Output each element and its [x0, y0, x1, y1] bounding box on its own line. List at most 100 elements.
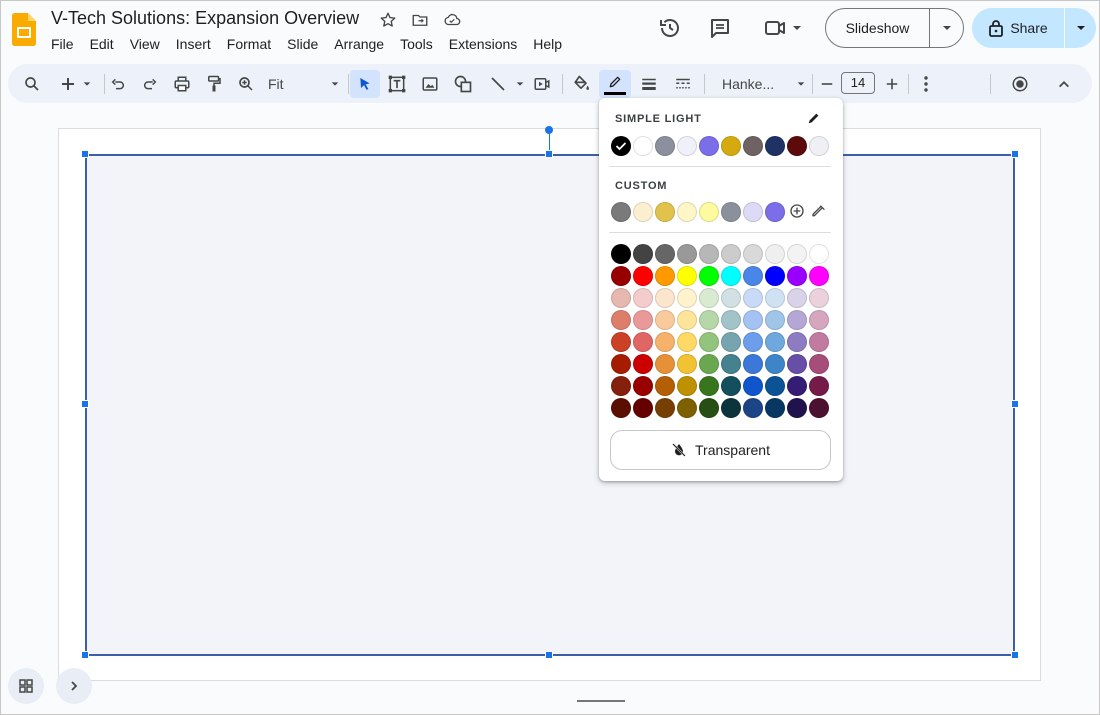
- standard-color-swatch[interactable]: [655, 266, 675, 286]
- standard-color-swatch[interactable]: [765, 354, 785, 374]
- move-to-folder-icon[interactable]: [408, 10, 432, 30]
- theme-color-swatch[interactable]: [743, 136, 763, 156]
- resize-handle-top-right[interactable]: [1011, 150, 1019, 158]
- standard-color-swatch[interactable]: [809, 266, 829, 286]
- theme-color-swatch[interactable]: [655, 136, 675, 156]
- standard-color-swatch[interactable]: [611, 266, 631, 286]
- standard-color-swatch[interactable]: [611, 244, 631, 264]
- standard-color-swatch[interactable]: [655, 244, 675, 264]
- border-weight-icon[interactable]: [638, 70, 660, 98]
- standard-color-swatch[interactable]: [809, 288, 829, 308]
- share-options-button[interactable]: [1065, 22, 1096, 34]
- comments-icon[interactable]: [706, 14, 734, 42]
- border-dash-icon[interactable]: [672, 70, 694, 98]
- standard-color-swatch[interactable]: [787, 376, 807, 396]
- record-icon[interactable]: [1008, 70, 1032, 98]
- standard-color-swatch[interactable]: [611, 288, 631, 308]
- more-icon[interactable]: [916, 70, 936, 98]
- theme-color-swatch[interactable]: [787, 136, 807, 156]
- standard-color-swatch[interactable]: [809, 332, 829, 352]
- standard-color-swatch[interactable]: [699, 266, 719, 286]
- standard-color-swatch[interactable]: [611, 376, 631, 396]
- custom-color-swatch[interactable]: [765, 202, 785, 222]
- resize-handle-top-left[interactable]: [81, 150, 89, 158]
- standard-color-swatch[interactable]: [655, 288, 675, 308]
- eyedropper-icon[interactable]: [809, 201, 829, 221]
- standard-color-swatch[interactable]: [721, 288, 741, 308]
- text-box-icon[interactable]: [386, 70, 408, 98]
- border-color-button[interactable]: [599, 70, 631, 98]
- menu-arrange[interactable]: Arrange: [326, 34, 392, 54]
- custom-color-swatch[interactable]: [633, 202, 653, 222]
- theme-color-swatch[interactable]: [809, 136, 829, 156]
- share-button[interactable]: Share: [972, 19, 1064, 37]
- standard-color-swatch[interactable]: [677, 266, 697, 286]
- standard-color-swatch[interactable]: [809, 310, 829, 330]
- standard-color-swatch[interactable]: [765, 288, 785, 308]
- transparent-button[interactable]: Transparent: [610, 430, 831, 470]
- standard-color-swatch[interactable]: [765, 266, 785, 286]
- standard-color-swatch[interactable]: [633, 332, 653, 352]
- theme-color-swatch[interactable]: [765, 136, 785, 156]
- menu-extensions[interactable]: Extensions: [441, 34, 525, 54]
- standard-color-swatch[interactable]: [809, 376, 829, 396]
- standard-color-swatch[interactable]: [721, 398, 741, 418]
- menu-slide[interactable]: Slide: [279, 34, 326, 54]
- standard-color-swatch[interactable]: [721, 310, 741, 330]
- standard-color-swatch[interactable]: [765, 376, 785, 396]
- theme-color-swatch[interactable]: [721, 136, 741, 156]
- standard-color-swatch[interactable]: [655, 310, 675, 330]
- standard-color-swatch[interactable]: [655, 354, 675, 374]
- new-slide-button[interactable]: [56, 70, 96, 98]
- menu-insert[interactable]: Insert: [168, 34, 219, 54]
- slides-logo-icon[interactable]: [12, 13, 36, 46]
- select-icon[interactable]: [350, 70, 380, 98]
- font-size-input[interactable]: 14: [841, 72, 875, 94]
- resize-handle-top[interactable]: [545, 150, 553, 158]
- standard-color-swatch[interactable]: [765, 244, 785, 264]
- standard-color-swatch[interactable]: [787, 288, 807, 308]
- standard-color-swatch[interactable]: [699, 244, 719, 264]
- slideshow-options-button[interactable]: [930, 22, 963, 34]
- speaker-notes-resize-handle[interactable]: [577, 700, 625, 702]
- redo-icon[interactable]: [140, 70, 160, 98]
- standard-color-swatch[interactable]: [721, 266, 741, 286]
- standard-color-swatch[interactable]: [765, 332, 785, 352]
- standard-color-swatch[interactable]: [655, 332, 675, 352]
- standard-color-swatch[interactable]: [677, 332, 697, 352]
- standard-color-swatch[interactable]: [677, 244, 697, 264]
- standard-color-swatch[interactable]: [787, 354, 807, 374]
- standard-color-swatch[interactable]: [765, 398, 785, 418]
- fill-color-icon[interactable]: [570, 70, 592, 98]
- standard-color-swatch[interactable]: [677, 354, 697, 374]
- rotate-handle[interactable]: [545, 126, 553, 134]
- decrease-font-icon[interactable]: [818, 70, 836, 98]
- expand-panel-button[interactable]: [56, 668, 92, 704]
- standard-color-swatch[interactable]: [633, 376, 653, 396]
- meet-call-button[interactable]: [760, 14, 806, 42]
- standard-color-swatch[interactable]: [655, 398, 675, 418]
- standard-color-swatch[interactable]: [743, 310, 763, 330]
- standard-color-swatch[interactable]: [721, 244, 741, 264]
- standard-color-swatch[interactable]: [787, 244, 807, 264]
- standard-color-swatch[interactable]: [699, 398, 719, 418]
- standard-color-swatch[interactable]: [809, 244, 829, 264]
- standard-color-swatch[interactable]: [633, 354, 653, 374]
- standard-color-swatch[interactable]: [809, 398, 829, 418]
- font-family-select[interactable]: Hanke...: [722, 70, 806, 98]
- standard-color-swatch[interactable]: [633, 288, 653, 308]
- theme-color-swatch[interactable]: [677, 136, 697, 156]
- custom-color-swatch[interactable]: [611, 202, 631, 222]
- standard-color-swatch[interactable]: [677, 376, 697, 396]
- standard-color-swatch[interactable]: [611, 332, 631, 352]
- grid-view-button[interactable]: [8, 668, 44, 704]
- standard-color-swatch[interactable]: [787, 310, 807, 330]
- resize-handle-bottom-left[interactable]: [81, 651, 89, 659]
- standard-color-swatch[interactable]: [743, 398, 763, 418]
- video-icon[interactable]: [532, 70, 552, 98]
- standard-color-swatch[interactable]: [633, 244, 653, 264]
- standard-color-swatch[interactable]: [743, 332, 763, 352]
- standard-color-swatch[interactable]: [699, 376, 719, 396]
- standard-color-swatch[interactable]: [721, 376, 741, 396]
- standard-color-swatch[interactable]: [787, 266, 807, 286]
